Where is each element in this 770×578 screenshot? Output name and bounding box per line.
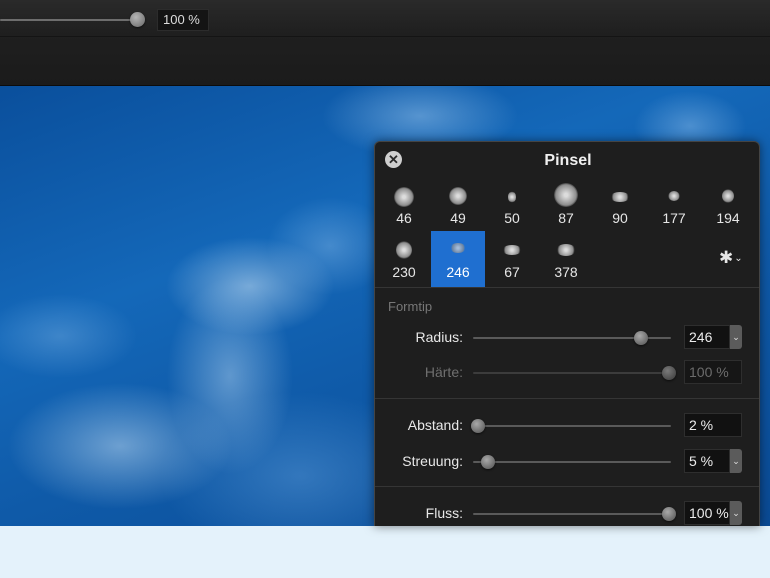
brush-preset[interactable]: 49 bbox=[431, 179, 485, 234]
fluss-value-field[interactable]: 100 % bbox=[684, 501, 730, 525]
streuung-slider-thumb[interactable] bbox=[481, 455, 495, 469]
haerte-label: Härte: bbox=[424, 364, 463, 380]
brush-size-label: 46 bbox=[396, 210, 412, 226]
brush-tip-icon bbox=[396, 241, 412, 259]
zoom-slider-thumb[interactable] bbox=[130, 12, 145, 27]
streuung-label: Streuung: bbox=[402, 453, 463, 469]
brush-tip-icon bbox=[722, 189, 734, 203]
fluss-slider-track[interactable] bbox=[473, 513, 671, 515]
brush-preset[interactable]: 194 bbox=[701, 179, 755, 234]
brush-size-label: 67 bbox=[504, 264, 520, 280]
brush-preset[interactable]: 177 bbox=[647, 179, 701, 234]
fluss-slider-thumb[interactable] bbox=[662, 507, 676, 521]
brush-tip-icon bbox=[450, 243, 466, 253]
brush-size-label: 87 bbox=[558, 210, 574, 226]
haerte-slider-track bbox=[473, 372, 671, 374]
brush-tip-icon bbox=[556, 244, 576, 256]
brush-size-label: 230 bbox=[392, 264, 416, 280]
zoom-slider-track[interactable] bbox=[0, 19, 138, 21]
brush-tip-icon bbox=[394, 187, 414, 207]
toolbar-divider bbox=[0, 36, 770, 37]
gear-icon[interactable]: ✱⌄ bbox=[719, 248, 753, 268]
brush-size-label: 177 bbox=[662, 210, 686, 226]
radius-label: Radius: bbox=[415, 329, 463, 345]
brush-tip-icon bbox=[610, 192, 630, 202]
brush-tip-icon bbox=[554, 183, 578, 207]
brush-size-label: 90 bbox=[612, 210, 628, 226]
panel-title: Pinsel bbox=[544, 152, 592, 169]
brush-tip-icon bbox=[449, 187, 467, 205]
brush-size-label: 49 bbox=[450, 210, 466, 226]
brush-size-label: 194 bbox=[716, 210, 740, 226]
brush-preset[interactable]: 90 bbox=[593, 179, 647, 234]
radius-value-field[interactable]: 246 bbox=[684, 325, 730, 349]
brush-preset[interactable]: 67 bbox=[485, 233, 539, 288]
brush-preset[interactable]: 46 bbox=[377, 179, 431, 234]
streuung-slider-track[interactable] bbox=[473, 461, 671, 463]
brush-panel-header: ✕ Pinsel bbox=[375, 142, 759, 178]
brush-panel: ✕ Pinsel 46 49 50 87 90 177 194 230 246 bbox=[374, 141, 760, 526]
brush-size-label: 50 bbox=[504, 210, 520, 226]
zoom-value-field[interactable]: 100 % bbox=[157, 9, 209, 31]
abstand-value-field[interactable]: 2 % bbox=[684, 413, 742, 437]
brush-tip-icon bbox=[668, 191, 680, 201]
chevron-down-icon: ⌄ bbox=[734, 253, 743, 264]
divider bbox=[375, 398, 759, 399]
fluss-label: Fluss: bbox=[425, 505, 463, 521]
fluss-dropdown-chevron-icon[interactable]: ⌄ bbox=[730, 501, 742, 525]
brush-preset[interactable]: 230 bbox=[377, 233, 431, 288]
haerte-slider-thumb bbox=[662, 366, 676, 380]
brush-tip-icon bbox=[502, 245, 522, 255]
brush-tip-icon bbox=[508, 191, 516, 203]
brush-preset-selected[interactable]: 246 bbox=[431, 231, 485, 288]
brush-size-label: 378 bbox=[554, 264, 578, 280]
streuung-dropdown-chevron-icon[interactable]: ⌄ bbox=[730, 449, 742, 473]
brush-preset[interactable]: 378 bbox=[539, 233, 593, 288]
streuung-value-field[interactable]: 5 % bbox=[684, 449, 730, 473]
radius-slider-thumb[interactable] bbox=[634, 331, 648, 345]
brush-preset[interactable]: 87 bbox=[539, 179, 593, 234]
haerte-value-field: 100 % bbox=[684, 360, 742, 384]
divider bbox=[375, 486, 759, 487]
brush-size-label: 246 bbox=[446, 264, 470, 280]
brush-preset[interactable]: 50 bbox=[485, 179, 539, 234]
radius-dropdown-chevron-icon[interactable]: ⌄ bbox=[730, 325, 742, 349]
section-title-formtip: Formtip bbox=[388, 299, 433, 314]
top-toolbar: 100 % bbox=[0, 0, 770, 86]
abstand-label: Abstand: bbox=[407, 417, 463, 433]
divider bbox=[375, 287, 759, 288]
abstand-slider-track[interactable] bbox=[473, 425, 671, 427]
abstand-slider-thumb[interactable] bbox=[471, 419, 485, 433]
